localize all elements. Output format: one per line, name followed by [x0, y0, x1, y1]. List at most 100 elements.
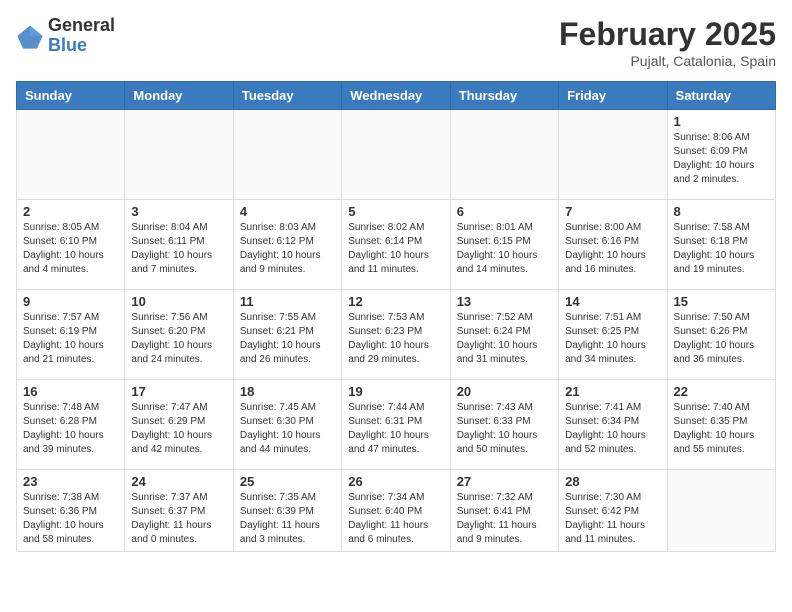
calendar-day-cell: 9 Sunrise: 7:57 AM Sunset: 6:19 PM Daylig…: [17, 290, 125, 380]
day-info: Sunrise: 7:45 AM Sunset: 6:30 PM Dayligh…: [240, 401, 335, 457]
day-info: Sunrise: 8:01 AM Sunset: 6:15 PM Dayligh…: [457, 221, 552, 277]
logo-icon: [16, 22, 44, 50]
day-info: Sunrise: 8:06 AM Sunset: 6:09 PM Dayligh…: [674, 131, 769, 187]
calendar-day-cell: 2 Sunrise: 8:05 AM Sunset: 6:10 PM Daylig…: [17, 200, 125, 290]
calendar-day-cell: 10 Sunrise: 7:56 AM Sunset: 6:20 PM Dayli…: [125, 290, 233, 380]
calendar-day-cell: [17, 110, 125, 200]
calendar-header-day: Friday: [559, 82, 667, 110]
calendar-day-cell: 20 Sunrise: 7:43 AM Sunset: 6:33 PM Dayli…: [450, 380, 558, 470]
day-number: 2: [23, 204, 118, 219]
day-number: 9: [23, 294, 118, 309]
day-info: Sunrise: 8:02 AM Sunset: 6:14 PM Dayligh…: [348, 221, 443, 277]
calendar-day-cell: 12 Sunrise: 7:53 AM Sunset: 6:23 PM Dayli…: [342, 290, 450, 380]
day-number: 20: [457, 384, 552, 399]
day-number: 7: [565, 204, 660, 219]
day-info: Sunrise: 7:48 AM Sunset: 6:28 PM Dayligh…: [23, 401, 118, 457]
calendar-day-cell: 6 Sunrise: 8:01 AM Sunset: 6:15 PM Daylig…: [450, 200, 558, 290]
day-info: Sunrise: 7:35 AM Sunset: 6:39 PM Dayligh…: [240, 491, 335, 547]
calendar-body: 1 Sunrise: 8:06 AM Sunset: 6:09 PM Daylig…: [17, 110, 776, 552]
day-info: Sunrise: 7:57 AM Sunset: 6:19 PM Dayligh…: [23, 311, 118, 367]
calendar-header-day: Monday: [125, 82, 233, 110]
day-info: Sunrise: 7:47 AM Sunset: 6:29 PM Dayligh…: [131, 401, 226, 457]
day-number: 6: [457, 204, 552, 219]
logo-blue-text: Blue: [48, 36, 115, 56]
calendar-header-day: Tuesday: [233, 82, 341, 110]
logo: General Blue: [16, 16, 115, 56]
calendar-day-cell: [450, 110, 558, 200]
calendar-week-row: 9 Sunrise: 7:57 AM Sunset: 6:19 PM Daylig…: [17, 290, 776, 380]
day-info: Sunrise: 8:00 AM Sunset: 6:16 PM Dayligh…: [565, 221, 660, 277]
calendar-day-cell: 14 Sunrise: 7:51 AM Sunset: 6:25 PM Dayli…: [559, 290, 667, 380]
month-year-title: February 2025: [559, 16, 776, 53]
day-number: 16: [23, 384, 118, 399]
calendar-header-day: Thursday: [450, 82, 558, 110]
calendar-day-cell: 5 Sunrise: 8:02 AM Sunset: 6:14 PM Daylig…: [342, 200, 450, 290]
day-number: 10: [131, 294, 226, 309]
day-number: 23: [23, 474, 118, 489]
day-info: Sunrise: 7:58 AM Sunset: 6:18 PM Dayligh…: [674, 221, 769, 277]
calendar-day-cell: 26Sunrise: 7:34 AM Sunset: 6:40 PM Dayli…: [342, 470, 450, 552]
day-number: 27: [457, 474, 552, 489]
day-info: Sunrise: 7:53 AM Sunset: 6:23 PM Dayligh…: [348, 311, 443, 367]
calendar-day-cell: 25Sunrise: 7:35 AM Sunset: 6:39 PM Dayli…: [233, 470, 341, 552]
day-number: 21: [565, 384, 660, 399]
calendar-day-cell: 18Sunrise: 7:45 AM Sunset: 6:30 PM Dayli…: [233, 380, 341, 470]
logo-general-text: General: [48, 16, 115, 36]
calendar-day-cell: [667, 470, 775, 552]
day-info: Sunrise: 7:50 AM Sunset: 6:26 PM Dayligh…: [674, 311, 769, 367]
calendar-week-row: 1 Sunrise: 8:06 AM Sunset: 6:09 PM Daylig…: [17, 110, 776, 200]
day-number: 1: [674, 114, 769, 129]
calendar-day-cell: 17Sunrise: 7:47 AM Sunset: 6:29 PM Dayli…: [125, 380, 233, 470]
calendar-day-cell: [559, 110, 667, 200]
day-number: 13: [457, 294, 552, 309]
calendar-day-cell: 24Sunrise: 7:37 AM Sunset: 6:37 PM Dayli…: [125, 470, 233, 552]
calendar-day-cell: 23Sunrise: 7:38 AM Sunset: 6:36 PM Dayli…: [17, 470, 125, 552]
day-info: Sunrise: 7:56 AM Sunset: 6:20 PM Dayligh…: [131, 311, 226, 367]
day-number: 8: [674, 204, 769, 219]
calendar-day-cell: 1 Sunrise: 8:06 AM Sunset: 6:09 PM Daylig…: [667, 110, 775, 200]
day-number: 22: [674, 384, 769, 399]
calendar-day-cell: 19Sunrise: 7:44 AM Sunset: 6:31 PM Dayli…: [342, 380, 450, 470]
calendar-header-row: SundayMondayTuesdayWednesdayThursdayFrid…: [17, 82, 776, 110]
calendar-header-day: Wednesday: [342, 82, 450, 110]
calendar-day-cell: 16 Sunrise: 7:48 AM Sunset: 6:28 PM Dayli…: [17, 380, 125, 470]
calendar-day-cell: 11 Sunrise: 7:55 AM Sunset: 6:21 PM Dayli…: [233, 290, 341, 380]
calendar-day-cell: 7 Sunrise: 8:00 AM Sunset: 6:16 PM Daylig…: [559, 200, 667, 290]
calendar-day-cell: 15Sunrise: 7:50 AM Sunset: 6:26 PM Dayli…: [667, 290, 775, 380]
day-info: Sunrise: 8:04 AM Sunset: 6:11 PM Dayligh…: [131, 221, 226, 277]
day-number: 4: [240, 204, 335, 219]
calendar-day-cell: 21 Sunrise: 7:41 AM Sunset: 6:34 PM Dayli…: [559, 380, 667, 470]
day-number: 11: [240, 294, 335, 309]
day-info: Sunrise: 7:30 AM Sunset: 6:42 PM Dayligh…: [565, 491, 660, 547]
calendar-header-day: Sunday: [17, 82, 125, 110]
day-info: Sunrise: 7:40 AM Sunset: 6:35 PM Dayligh…: [674, 401, 769, 457]
day-info: Sunrise: 7:32 AM Sunset: 6:41 PM Dayligh…: [457, 491, 552, 547]
location-subtitle: Pujalt, Catalonia, Spain: [559, 53, 776, 69]
day-number: 14: [565, 294, 660, 309]
day-number: 12: [348, 294, 443, 309]
calendar-week-row: 2 Sunrise: 8:05 AM Sunset: 6:10 PM Daylig…: [17, 200, 776, 290]
calendar-day-cell: 13 Sunrise: 7:52 AM Sunset: 6:24 PM Dayli…: [450, 290, 558, 380]
day-info: Sunrise: 7:41 AM Sunset: 6:34 PM Dayligh…: [565, 401, 660, 457]
calendar-week-row: 23Sunrise: 7:38 AM Sunset: 6:36 PM Dayli…: [17, 470, 776, 552]
day-number: 5: [348, 204, 443, 219]
day-info: Sunrise: 8:05 AM Sunset: 6:10 PM Dayligh…: [23, 221, 118, 277]
day-info: Sunrise: 7:44 AM Sunset: 6:31 PM Dayligh…: [348, 401, 443, 457]
day-info: Sunrise: 8:03 AM Sunset: 6:12 PM Dayligh…: [240, 221, 335, 277]
calendar-day-cell: 4 Sunrise: 8:03 AM Sunset: 6:12 PM Daylig…: [233, 200, 341, 290]
day-number: 28: [565, 474, 660, 489]
title-block: February 2025 Pujalt, Catalonia, Spain: [559, 16, 776, 69]
calendar-day-cell: 8 Sunrise: 7:58 AM Sunset: 6:18 PM Daylig…: [667, 200, 775, 290]
calendar-day-cell: 27 Sunrise: 7:32 AM Sunset: 6:41 PM Dayli…: [450, 470, 558, 552]
calendar-day-cell: [233, 110, 341, 200]
day-info: Sunrise: 7:34 AM Sunset: 6:40 PM Dayligh…: [348, 491, 443, 547]
day-info: Sunrise: 7:51 AM Sunset: 6:25 PM Dayligh…: [565, 311, 660, 367]
day-info: Sunrise: 7:52 AM Sunset: 6:24 PM Dayligh…: [457, 311, 552, 367]
page-header: General Blue February 2025 Pujalt, Catal…: [16, 16, 776, 69]
day-info: Sunrise: 7:43 AM Sunset: 6:33 PM Dayligh…: [457, 401, 552, 457]
calendar-day-cell: 28 Sunrise: 7:30 AM Sunset: 6:42 PM Dayli…: [559, 470, 667, 552]
logo-text: General Blue: [48, 16, 115, 56]
day-info: Sunrise: 7:55 AM Sunset: 6:21 PM Dayligh…: [240, 311, 335, 367]
calendar-week-row: 16 Sunrise: 7:48 AM Sunset: 6:28 PM Dayli…: [17, 380, 776, 470]
calendar-day-cell: 22 Sunrise: 7:40 AM Sunset: 6:35 PM Dayli…: [667, 380, 775, 470]
